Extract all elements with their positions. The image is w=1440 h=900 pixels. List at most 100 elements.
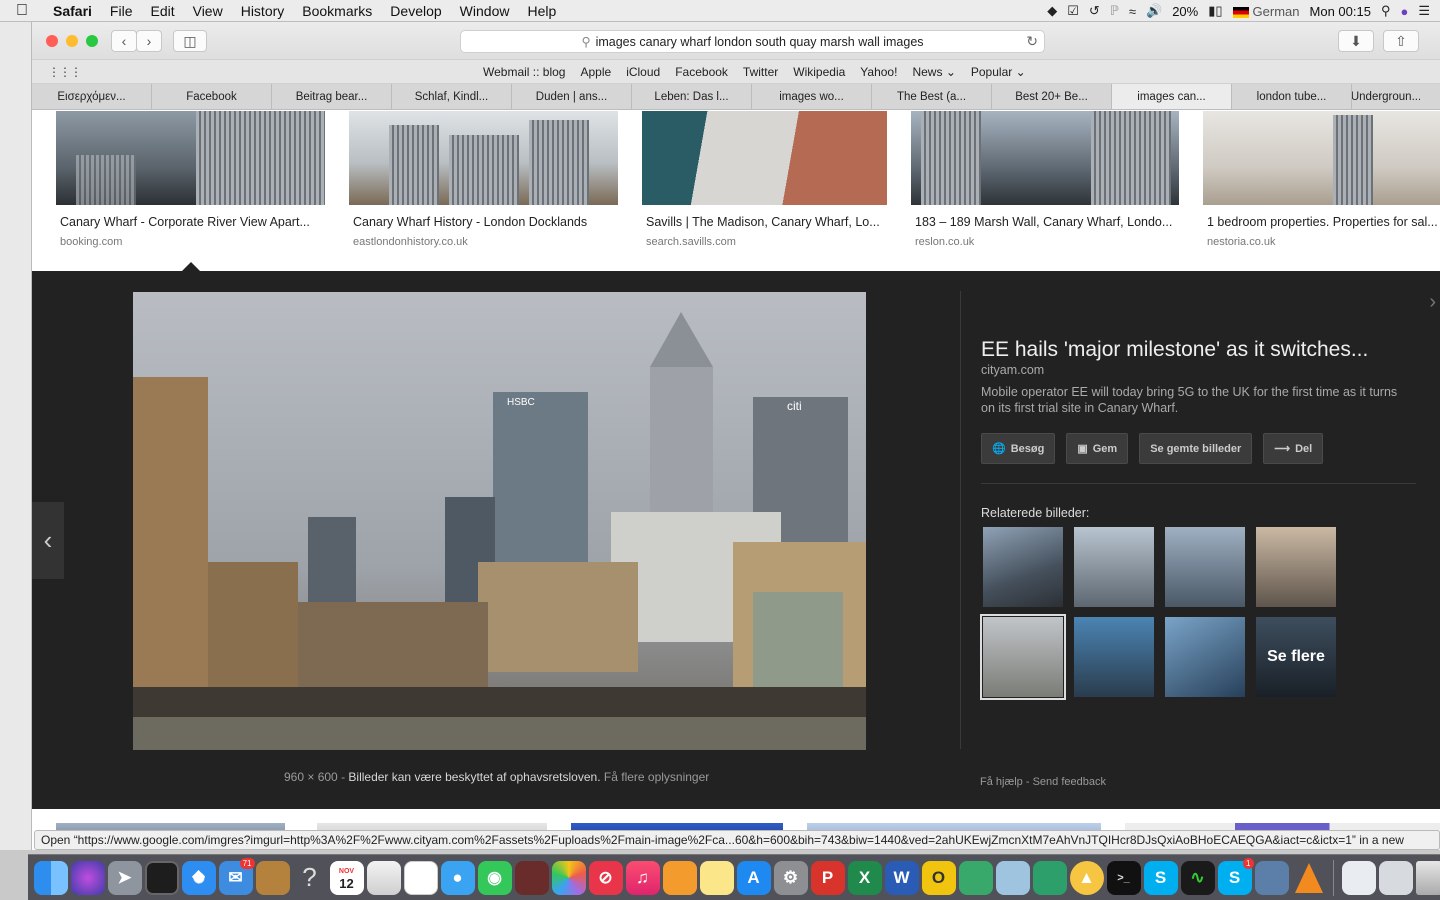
excel-icon[interactable]: X: [847, 860, 882, 895]
vpn-icon[interactable]: ▲: [1069, 860, 1104, 895]
siri-icon[interactable]: [70, 860, 105, 895]
reload-icon[interactable]: ↻: [1026, 33, 1038, 50]
menu-help[interactable]: Help: [518, 3, 565, 19]
result-image[interactable]: [1203, 111, 1440, 205]
trash-icon[interactable]: [1415, 860, 1440, 895]
view-saved-button[interactable]: Se gemte billeder: [1139, 433, 1253, 464]
checkmark-icon[interactable]: ☑: [1067, 3, 1079, 19]
safari-icon[interactable]: ❖: [181, 860, 216, 895]
address-bar[interactable]: ⚲ images canary wharf london south quay …: [460, 30, 1045, 53]
apple-menu-icon[interactable]: : [0, 2, 44, 20]
airdrop-icon[interactable]: [995, 860, 1030, 895]
related-image[interactable]: [1165, 527, 1245, 607]
share-image-button[interactable]: ⟶ Del: [1263, 433, 1324, 464]
result-image[interactable]: [911, 111, 1179, 205]
minimize-window-button[interactable]: [66, 35, 78, 47]
feedback-link[interactable]: Send feedback: [1033, 776, 1106, 788]
back-button[interactable]: ‹: [111, 30, 137, 52]
messages-icon[interactable]: ●: [440, 860, 475, 895]
volume-icon[interactable]: 🔊: [1146, 3, 1162, 19]
mail-icon[interactable]: ✉ 71: [218, 857, 255, 895]
vlc-icon[interactable]: [1292, 861, 1326, 895]
facetime-icon[interactable]: ◉: [477, 860, 512, 895]
menu-history[interactable]: History: [232, 3, 294, 19]
calendar-icon[interactable]: NOV 12: [329, 860, 364, 895]
sidebar-toggle-button[interactable]: ◫: [173, 30, 207, 52]
tab[interactable]: images wo...: [752, 84, 872, 109]
menu-file[interactable]: File: [101, 3, 142, 19]
result-image[interactable]: [56, 111, 325, 205]
mission-control-icon[interactable]: [144, 860, 179, 895]
tab-active[interactable]: images can...: [1112, 84, 1232, 109]
result-caption[interactable]: 1 bedroom properties. Properties for sal…: [1207, 215, 1439, 229]
favorite-wikipedia[interactable]: Wikipedia: [793, 65, 845, 79]
result-caption[interactable]: 183 – 189 Marsh Wall, Canary Wharf, Lond…: [915, 215, 1175, 229]
powerpoint-icon[interactable]: P: [810, 860, 845, 895]
menu-window[interactable]: Window: [451, 3, 519, 19]
forward-button[interactable]: ›: [136, 30, 162, 52]
system-preferences-icon[interactable]: ⚙: [773, 860, 808, 895]
more-info-link[interactable]: Få flere oplysninger: [604, 770, 709, 784]
menu-develop[interactable]: Develop: [381, 3, 450, 19]
result-item[interactable]: 1 bedroom properties. Properties for sal…: [1203, 111, 1440, 248]
screen-capture-icon[interactable]: [1254, 860, 1289, 895]
input-source[interactable]: German: [1232, 4, 1300, 19]
related-image[interactable]: [983, 527, 1063, 607]
result-image[interactable]: [642, 111, 887, 205]
result-item[interactable]: Canary Wharf History - London Docklands …: [349, 111, 618, 248]
menu-bookmarks[interactable]: Bookmarks: [293, 3, 381, 19]
tab[interactable]: Best 20+ Be...: [992, 84, 1112, 109]
related-image[interactable]: [1074, 527, 1154, 607]
see-more-tile[interactable]: Se flere: [1256, 617, 1336, 697]
maps-icon[interactable]: [366, 860, 401, 895]
activity-monitor-icon[interactable]: ∿: [1180, 860, 1215, 895]
zoom-window-button[interactable]: [86, 35, 98, 47]
photos-icon[interactable]: [551, 860, 586, 895]
app-store-icon[interactable]: A: [736, 860, 771, 895]
tab[interactable]: london tube...: [1232, 84, 1352, 109]
terminal-icon[interactable]: >_: [1106, 860, 1141, 895]
result-caption[interactable]: Canary Wharf History - London Docklands: [353, 215, 613, 229]
favorite-webmail[interactable]: Webmail :: blog: [483, 65, 565, 79]
favorite-facebook[interactable]: Facebook: [675, 65, 728, 79]
tab[interactable]: Facebook: [152, 84, 272, 109]
favorite-twitter[interactable]: Twitter: [743, 65, 778, 79]
finder-icon[interactable]: [33, 860, 68, 895]
clock[interactable]: Mon 00:15: [1310, 4, 1371, 19]
top-sites-grid-icon[interactable]: ⋮⋮⋮: [48, 65, 82, 79]
news-icon[interactable]: ⊘: [588, 860, 623, 895]
tab[interactable]: Beitrag bear...: [272, 84, 392, 109]
result-caption[interactable]: Canary Wharf - Corporate River View Apar…: [60, 215, 320, 229]
previous-image-button[interactable]: ‹: [32, 502, 64, 579]
favorite-apple[interactable]: Apple: [580, 65, 611, 79]
related-image[interactable]: [1165, 617, 1245, 697]
related-image-selected[interactable]: [980, 614, 1066, 700]
tab[interactable]: Εισερχόμεν...: [32, 84, 152, 109]
menu-app-name[interactable]: Safari: [44, 3, 101, 19]
tab[interactable]: Schlaf, Kindl...: [392, 84, 512, 109]
wifi-icon[interactable]: ≈: [1129, 4, 1136, 19]
close-window-button[interactable]: [46, 35, 58, 47]
siri-icon[interactable]: ●: [1400, 4, 1408, 19]
preview-title[interactable]: EE hails 'major milestone' as it switche…: [981, 338, 1411, 362]
visit-button[interactable]: 🌐 Besøg: [981, 433, 1056, 464]
preview-image[interactable]: HSBC citi: [133, 292, 866, 750]
result-caption[interactable]: Savills | The Madison, Canary Wharf, Lo.…: [646, 215, 886, 229]
documents-stack-icon[interactable]: [1378, 860, 1413, 895]
dropbox-icon[interactable]: ◆: [1047, 3, 1057, 19]
result-image[interactable]: [349, 111, 618, 205]
downloads-button[interactable]: ⬇: [1338, 30, 1374, 52]
notification-center-icon[interactable]: ☰: [1418, 3, 1430, 19]
favorite-popular[interactable]: Popular ⌄: [971, 65, 1026, 79]
result-item[interactable]: Savills | The Madison, Canary Wharf, Lo.…: [642, 111, 887, 248]
related-image[interactable]: [1256, 527, 1336, 607]
share-button[interactable]: ⇧: [1383, 30, 1419, 52]
battery-percent[interactable]: 20%: [1172, 4, 1198, 19]
preview-app-icon[interactable]: [958, 860, 993, 895]
tab[interactable]: Leben: Das l...: [632, 84, 752, 109]
result-item[interactable]: Canary Wharf - Corporate River View Apar…: [56, 111, 325, 248]
close-preview-icon[interactable]: ›: [1429, 291, 1436, 314]
outlook-icon[interactable]: O: [921, 860, 956, 895]
music-icon[interactable]: ♫: [625, 860, 660, 895]
contacts-icon[interactable]: [255, 860, 290, 895]
